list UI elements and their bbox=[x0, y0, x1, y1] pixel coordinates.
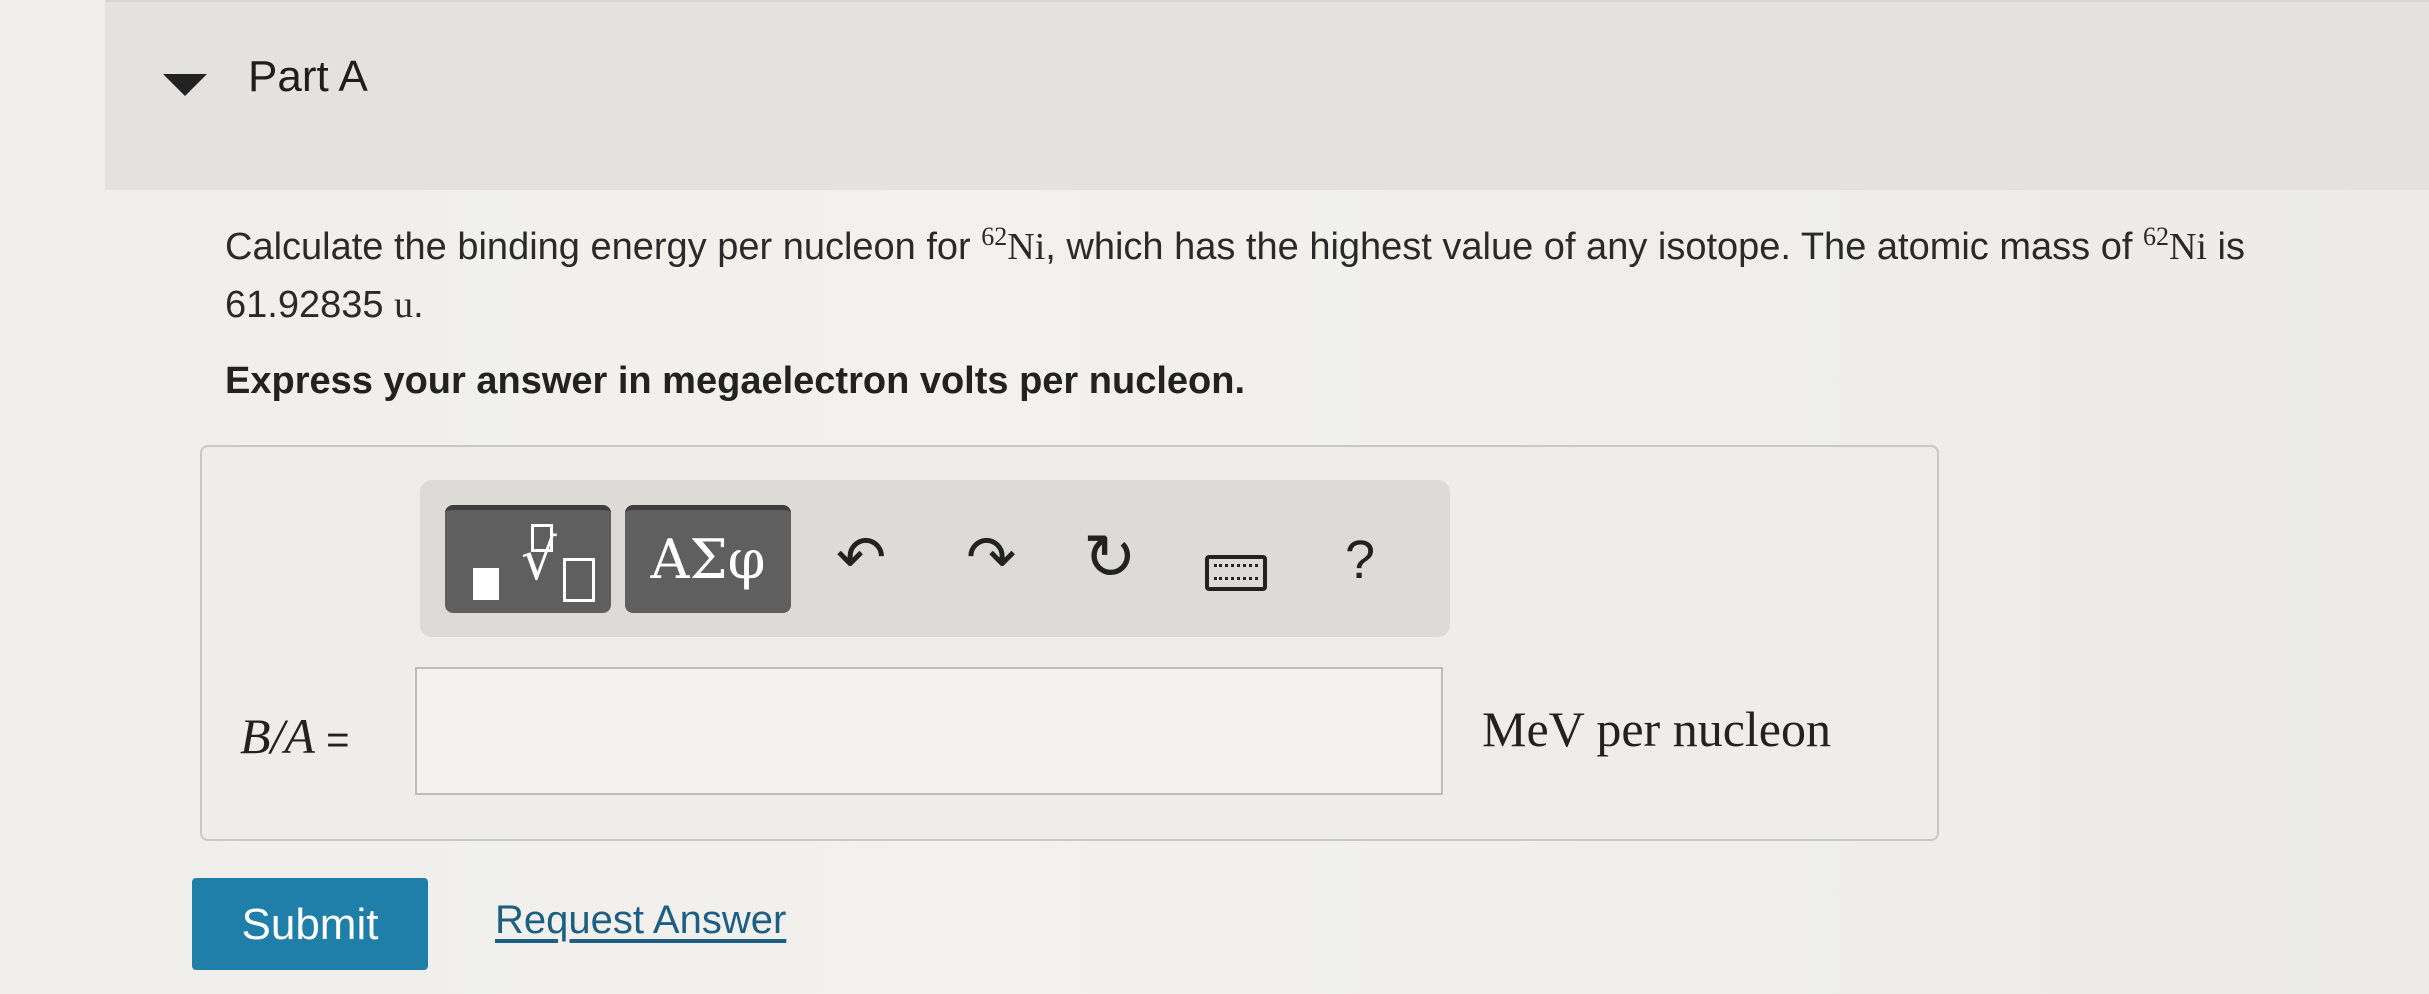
root-index-box-icon bbox=[531, 524, 553, 552]
part-header[interactable] bbox=[105, 0, 2429, 190]
help-icon[interactable]: ? bbox=[1345, 530, 1375, 590]
submit-button[interactable]: Submit bbox=[192, 878, 428, 970]
answer-input[interactable] bbox=[415, 667, 1443, 795]
question-text: Calculate the binding energy per nucleon… bbox=[225, 218, 2405, 334]
collapse-caret-icon[interactable] bbox=[163, 74, 207, 96]
undo-icon[interactable]: ↶ bbox=[836, 528, 886, 588]
redo-icon[interactable]: ↷ bbox=[966, 528, 1016, 588]
root-radicand-box-icon bbox=[563, 558, 595, 602]
question-text-4: . bbox=[413, 284, 424, 326]
part-title: Part A bbox=[248, 52, 368, 101]
question-text-2: , which has the highest value of any iso… bbox=[1045, 226, 2143, 268]
page: Part A Calculate the binding energy per … bbox=[0, 0, 2429, 994]
keyboard-keys bbox=[1214, 564, 1258, 580]
answer-label: B/A = bbox=[240, 707, 349, 765]
mass-unit: u bbox=[394, 284, 414, 326]
keyboard-icon[interactable] bbox=[1205, 555, 1267, 591]
answer-equals: = bbox=[314, 718, 350, 762]
reset-icon[interactable]: ↻ bbox=[1083, 526, 1137, 590]
isotope-symbol-2: Ni bbox=[2168, 226, 2207, 268]
greek-symbols-label: ΑΣφ bbox=[650, 528, 766, 591]
request-answer-link[interactable]: Request Answer bbox=[495, 898, 786, 943]
greek-symbols-button[interactable]: ΑΣφ bbox=[625, 505, 791, 613]
templates-button[interactable]: √ bbox=[445, 505, 611, 613]
question-text-1: Calculate the binding energy per nucleon… bbox=[225, 226, 982, 268]
answer-units: MeV per nucleon bbox=[1482, 701, 1831, 757]
answer-instruction: Express your answer in megaelectron volt… bbox=[225, 360, 1246, 402]
isotope-mass-number-2: 62 bbox=[2142, 222, 2169, 251]
isotope-symbol: Ni bbox=[1007, 226, 1046, 268]
answer-variable: B/A bbox=[240, 708, 315, 764]
template-block-icon bbox=[473, 568, 499, 600]
isotope-mass-number: 62 bbox=[981, 222, 1008, 251]
